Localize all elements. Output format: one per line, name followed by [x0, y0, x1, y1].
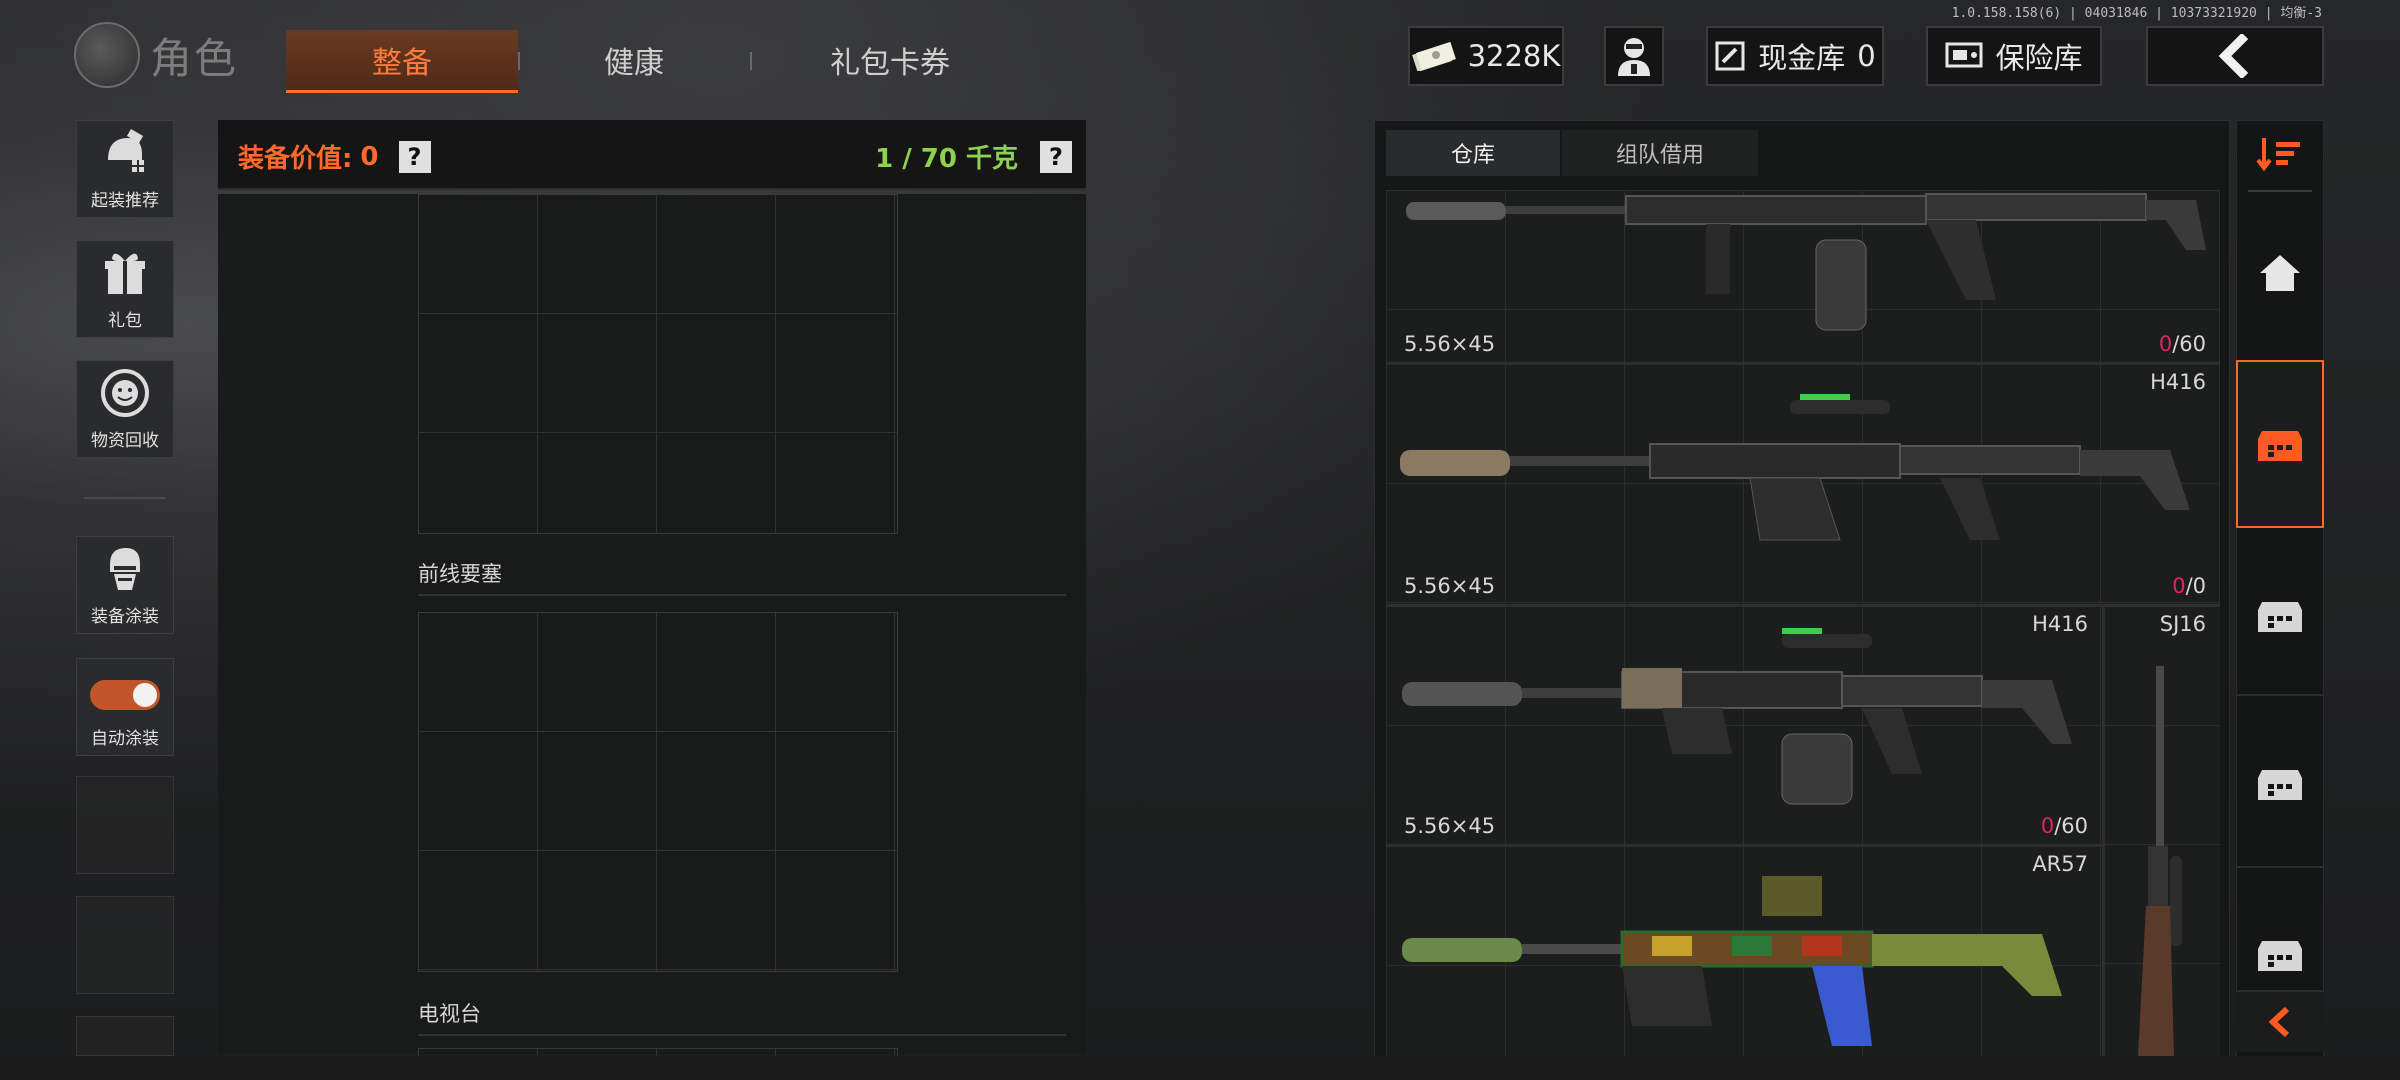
cash-icon: [1411, 41, 1456, 71]
storage-box-icon: [2258, 602, 2302, 632]
empty-slot[interactable]: [76, 1016, 174, 1056]
sidebar-item-label: 物资回收: [91, 431, 159, 451]
tab-team-borrow[interactable]: 组队借用: [1562, 130, 1758, 176]
cash-vault-value: 0: [1857, 39, 1876, 73]
section-title: 电视台: [418, 1002, 481, 1026]
tab-gear[interactable]: 整备: [286, 30, 518, 93]
version-text: 1.0.158.158(6) | 04031846 | 10373321920 …: [1951, 6, 2322, 21]
home-icon: [2260, 255, 2300, 291]
safe-icon: [1945, 42, 1983, 68]
storage-box-2[interactable]: [2236, 536, 2324, 696]
equipment-skin-button[interactable]: 装备涂装: [76, 536, 174, 634]
weapon-caliber: 5.56×45: [1404, 814, 1496, 838]
toggle-icon[interactable]: [90, 680, 160, 710]
tab-gift-vouchers[interactable]: 礼包卡券: [770, 30, 1010, 90]
loadout-preset-button[interactable]: 起装推荐: [76, 120, 174, 218]
weapon-ammo: 0/0: [2172, 574, 2206, 598]
assault-rifle-icon: [1402, 628, 2072, 805]
weapon-name: AR57: [2032, 852, 2088, 876]
weapon-card[interactable]: 5.56×45 0/60: [1386, 190, 2220, 364]
gift-button[interactable]: 礼包: [76, 240, 174, 338]
sidebar-item-label: 礼包: [108, 311, 142, 331]
weapon-card[interactable]: H416 5.56×45 0/0: [1386, 364, 2220, 606]
assault-rifle-icon: [1406, 193, 2206, 331]
recycle-button[interactable]: 物资回收: [76, 360, 174, 458]
storage-box-1[interactable]: [2236, 360, 2324, 528]
home-button[interactable]: [2236, 230, 2324, 316]
tab-divider: [750, 52, 752, 70]
weapon-card[interactable]: SJ16: [2102, 606, 2220, 1056]
insurance-vault-button[interactable]: 保险库: [1926, 26, 2102, 86]
operator-icon: [1618, 38, 1650, 76]
auto-skin-toggle[interactable]: 自动涂装: [76, 658, 174, 756]
weapon-ammo: 0/60: [2040, 814, 2088, 838]
cash-vault-label: 现金库: [1758, 41, 1846, 75]
sidebar-item-label: 起装推荐: [91, 191, 159, 211]
sidebar-divider: [84, 497, 166, 499]
tab-warehouse[interactable]: 仓库: [1386, 130, 1560, 176]
operator-skin-icon: [110, 548, 140, 590]
chevron-left-icon: [2218, 34, 2249, 78]
currency-value: 3228K: [1467, 39, 1561, 73]
sniper-rifle-icon: [2138, 666, 2182, 1056]
equipment-value: 0: [360, 141, 379, 172]
tab-health[interactable]: 健康: [540, 30, 728, 90]
bottom-bar: [0, 1056, 2400, 1080]
recycle-icon: [101, 369, 149, 417]
chevron-left-icon: [2268, 1007, 2290, 1037]
weapon-card[interactable]: AR57: [1386, 846, 2102, 1056]
weight-help-button[interactable]: ?: [1040, 140, 1072, 173]
brand: 角色: [74, 22, 238, 88]
tab-divider: [518, 52, 520, 70]
storage-box-3[interactable]: [2236, 700, 2324, 868]
page-title: 角色: [150, 33, 239, 83]
equipment-value-label: 装备价值:: [238, 144, 353, 174]
carry-weight: 1 / 70 千克: [875, 144, 1018, 174]
sort-icon: [2256, 138, 2300, 172]
storage-box-icon: [2258, 431, 2302, 461]
sidebar-item-label: 装备涂装: [91, 607, 159, 627]
weapon-caliber: 5.56×45: [1404, 332, 1496, 356]
equipment-header: 装备价值: 0 ? 1 / 70 千克 ?: [218, 120, 1086, 190]
value-help-button[interactable]: ?: [398, 140, 431, 173]
weapon-card[interactable]: H416 5.56×45 0/60: [1386, 606, 2102, 846]
sidebar-item-label: 自动涂装: [91, 729, 159, 749]
back-button[interactable]: [2146, 26, 2324, 86]
gift-icon: [105, 253, 145, 294]
section-divider: [418, 1034, 1066, 1036]
weapon-caliber: 5.56×45: [1404, 574, 1496, 598]
currency-display[interactable]: 3228K: [1408, 26, 1564, 86]
insurance-vault-label: 保险库: [1995, 41, 2083, 75]
assault-rifle-icon: [1400, 394, 2190, 541]
sort-button[interactable]: [2236, 124, 2324, 184]
weapon-ammo: 0/60: [2158, 332, 2206, 356]
weapon-name: SJ16: [2159, 612, 2206, 636]
empty-slot[interactable]: [76, 896, 174, 994]
section-title: 前线要塞: [418, 562, 502, 586]
storage-grid[interactable]: [418, 612, 898, 972]
sidebar-divider: [2248, 190, 2312, 192]
collapse-button[interactable]: [2236, 990, 2324, 1052]
empty-slot[interactable]: [76, 776, 174, 874]
globe-icon: [74, 22, 140, 88]
assault-rifle-camo-icon: [1402, 876, 2062, 1046]
operator-button[interactable]: [1604, 26, 1664, 86]
cash-vault-button[interactable]: 现金库 0: [1706, 26, 1884, 86]
section-divider: [418, 594, 1066, 596]
helmet-preset-icon: [108, 129, 144, 172]
vault-icon: [1715, 41, 1745, 71]
storage-grid[interactable]: [418, 194, 898, 534]
storage-box-icon: [2258, 941, 2302, 971]
storage-box-icon: [2258, 770, 2302, 800]
